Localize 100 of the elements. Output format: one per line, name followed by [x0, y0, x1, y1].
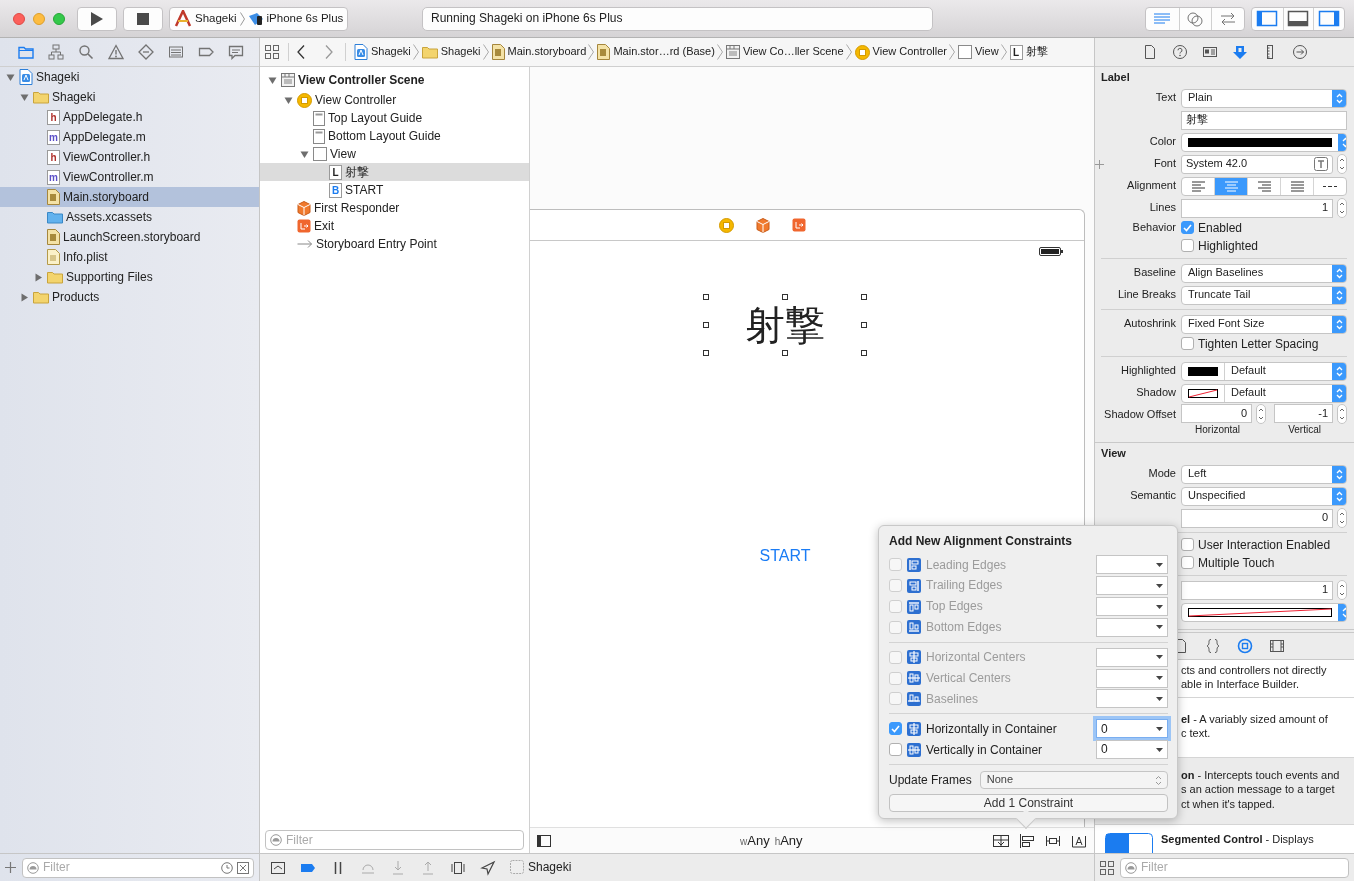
stop-button[interactable]: [123, 6, 163, 31]
run-button[interactable]: [77, 6, 117, 31]
breadcrumb[interactable]: Shageki: [354, 44, 411, 60]
file-navigator-item[interactable]: LaunchScreen.storyboard: [0, 227, 259, 247]
text-field[interactable]: 射撃: [1181, 110, 1347, 130]
number-field[interactable]: 0: [1181, 508, 1333, 528]
source-control-filter-icon[interactable]: [237, 861, 249, 874]
number-field[interactable]: -1: [1274, 404, 1333, 423]
disclosure-triangle[interactable]: [299, 149, 309, 159]
stepper[interactable]: [1337, 198, 1347, 218]
disclosure-triangle[interactable]: [19, 292, 29, 302]
outline-item[interactable]: Top Layout Guide: [260, 109, 529, 127]
help-icon[interactable]: [1172, 44, 1188, 60]
stack-icon[interactable]: [993, 832, 1009, 849]
popup-button[interactable]: Left: [1181, 464, 1347, 484]
filter-box[interactable]: Filter: [265, 830, 524, 850]
breadcrumb[interactable]: Main.storyboard: [491, 44, 587, 60]
number-field[interactable]: 1: [1181, 580, 1333, 600]
checkbox[interactable]: [1181, 538, 1194, 552]
hide-debug-area-icon[interactable]: [270, 859, 286, 876]
add-constraint-button[interactable]: Add 1 Constraint: [889, 794, 1168, 812]
disclosure-triangle[interactable]: [283, 95, 293, 105]
breadcrumb[interactable]: Shageki: [421, 45, 481, 59]
font-picker-icon[interactable]: [1314, 157, 1328, 171]
update-frames-popup[interactable]: None: [979, 771, 1168, 790]
alignment-segment[interactable]: [1214, 177, 1247, 195]
object-library-icon[interactable]: [1237, 638, 1253, 654]
popup-button[interactable]: Truncate Tail: [1181, 285, 1347, 305]
breadcrumb[interactable]: View: [957, 45, 999, 59]
search-icon[interactable]: [78, 44, 94, 60]
list-icon[interactable]: [168, 44, 184, 60]
disclosure-triangle[interactable]: [33, 272, 43, 282]
document-icon[interactable]: [1142, 44, 1158, 60]
file-navigator-item[interactable]: Products: [0, 287, 259, 307]
resize-handle[interactable]: [861, 294, 867, 300]
media-library-icon[interactable]: [1269, 638, 1285, 654]
file-navigator-item[interactable]: h AppDelegate.h: [0, 107, 259, 127]
align-icon[interactable]: [1019, 832, 1035, 849]
outline-item[interactable]: Bottom Layout Guide: [260, 127, 529, 145]
file-navigator-item[interactable]: Shageki: [0, 87, 259, 107]
color-well[interactable]: [1181, 132, 1347, 152]
file-navigator-item[interactable]: h ViewController.h: [0, 147, 259, 167]
panel-toggle-control[interactable]: [1251, 6, 1345, 31]
close-window-button[interactable]: [13, 12, 25, 25]
grid-view-icon[interactable]: [1100, 860, 1114, 875]
stepper[interactable]: [1337, 154, 1347, 174]
editor-mode-control[interactable]: [1145, 6, 1245, 31]
file-navigator-item[interactable]: Main.storyboard: [0, 187, 259, 207]
outline-item[interactable]: B START: [260, 181, 529, 199]
scheme-selector[interactable]: Shageki iPhone 6s Plus: [169, 6, 348, 31]
number-field[interactable]: 1: [1181, 198, 1333, 218]
location-arrow-icon[interactable]: [480, 859, 496, 876]
document-outline-toggle-icon[interactable]: [537, 834, 551, 847]
cube-icon[interactable]: [755, 217, 770, 233]
target-selector[interactable]: Shageki: [510, 860, 572, 875]
alignment-control[interactable]: [1181, 176, 1347, 196]
related-items-icon[interactable]: [264, 44, 280, 60]
attributes-icon[interactable]: [1232, 44, 1248, 60]
checkbox[interactable]: [1181, 337, 1194, 351]
outline-item[interactable]: Storyboard Entry Point: [260, 235, 529, 253]
constant-dropdown[interactable]: 0: [1096, 740, 1168, 760]
label-text[interactable]: 射撃: [745, 301, 825, 349]
file-navigator-item[interactable]: m AppDelegate.m: [0, 127, 259, 147]
resize-handle[interactable]: [782, 350, 788, 356]
hierarchy-icon[interactable]: [48, 44, 64, 60]
checkbox[interactable]: [1181, 239, 1194, 253]
file-navigator-item[interactable]: Shageki: [0, 67, 259, 87]
checkbox[interactable]: [1181, 556, 1194, 570]
color-well[interactable]: [1181, 602, 1347, 622]
resize-handle[interactable]: [703, 350, 709, 356]
file-navigator-item[interactable]: Assets.xcassets: [0, 207, 259, 227]
view-controller-icon[interactable]: [718, 217, 734, 233]
forward-icon[interactable]: [325, 45, 333, 59]
color-popup-button[interactable]: Default: [1181, 361, 1347, 381]
filter-field[interactable]: Filter: [286, 832, 519, 848]
exit-icon[interactable]: [791, 218, 806, 232]
resize-handle[interactable]: [782, 294, 788, 300]
font-field[interactable]: System 42.0: [1181, 154, 1333, 174]
checkbox[interactable]: [889, 722, 902, 736]
add-icon[interactable]: [5, 862, 16, 873]
speech-bubble-icon[interactable]: [228, 44, 244, 60]
file-navigator-item[interactable]: Supporting Files: [0, 267, 259, 287]
stepper[interactable]: [1337, 508, 1347, 528]
breadcrumb[interactable]: View Co…ller Scene: [725, 45, 844, 59]
warning-icon[interactable]: [108, 44, 124, 60]
resize-handle[interactable]: [861, 350, 867, 356]
popup-button[interactable]: Align Baselines: [1181, 263, 1347, 283]
filter-field[interactable]: Filter: [43, 860, 217, 875]
checkbox[interactable]: [889, 743, 902, 757]
file-navigator-item[interactable]: m ViewController.m: [0, 167, 259, 187]
popup-button[interactable]: Plain: [1181, 88, 1347, 108]
outline-item[interactable]: Exit: [260, 217, 529, 235]
popup-button[interactable]: Fixed Font Size: [1181, 314, 1347, 334]
add-icon[interactable]: [1095, 159, 1104, 169]
outline-item[interactable]: View Controller: [260, 91, 529, 109]
breadcrumb[interactable]: Main.stor…rd (Base): [597, 44, 715, 60]
constant-dropdown[interactable]: 0: [1096, 719, 1168, 739]
resize-handle[interactable]: [703, 294, 709, 300]
disclosure-triangle[interactable]: [5, 72, 15, 82]
stepper[interactable]: [1337, 580, 1347, 600]
